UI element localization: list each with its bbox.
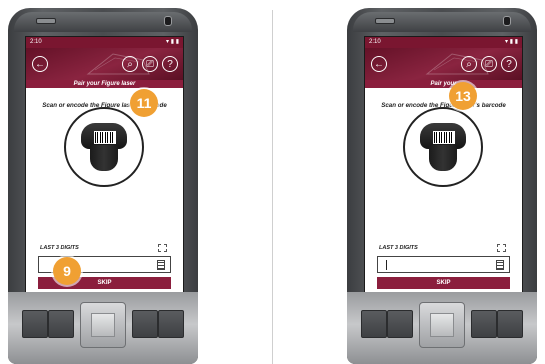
app-bar: ← ⌕ ⎚ ? — [365, 48, 522, 80]
camera-icon — [503, 16, 511, 26]
digits-label: LAST 3 DIGITS — [379, 245, 418, 251]
callout-badge: 13 — [449, 82, 477, 110]
status-bar: 2:10 ▾ ▮ ▮ — [365, 37, 522, 48]
speaker-icon — [36, 18, 56, 24]
speaker-icon — [375, 18, 395, 24]
barcode-scan-icon[interactable]: ⎚ — [481, 56, 497, 72]
laser-grip — [90, 145, 118, 171]
text-caret — [386, 260, 387, 270]
digits-label: LAST 3 DIGITS — [40, 245, 79, 251]
hardware-key[interactable] — [22, 310, 48, 338]
status-icons: ▾ ▮ ▮ — [505, 39, 518, 45]
divider — [272, 10, 273, 364]
laser-grip — [429, 145, 457, 171]
scan-frame-icon[interactable] — [158, 244, 167, 252]
camera-icon — [164, 16, 172, 26]
callout-badge: 11 — [130, 89, 158, 117]
home-key[interactable] — [419, 302, 465, 348]
hardware-key[interactable] — [132, 310, 158, 338]
page-title: Pair your Figure laser — [26, 80, 183, 88]
search-icon[interactable]: ⌕ — [122, 56, 138, 72]
hardware-key[interactable] — [158, 310, 184, 338]
keyboard-icon[interactable] — [157, 260, 165, 270]
back-arrow-icon[interactable]: ← — [371, 56, 387, 72]
callout-badge: 9 — [53, 257, 81, 285]
status-bar: 2:10 ▾ ▮ ▮ — [26, 37, 183, 48]
home-key-inner — [430, 313, 454, 337]
home-key[interactable] — [80, 302, 126, 348]
keyboard-icon[interactable] — [496, 260, 504, 270]
hardware-key[interactable] — [48, 310, 74, 338]
hardware-key[interactable] — [387, 310, 413, 338]
status-time: 2:10 — [369, 39, 381, 45]
laser-image — [64, 107, 144, 187]
help-icon[interactable]: ? — [501, 56, 517, 72]
status-icons: ▾ ▮ ▮ — [166, 39, 179, 45]
barcode-scan-icon[interactable]: ⎚ — [142, 56, 158, 72]
home-key-inner — [91, 313, 115, 337]
skip-button[interactable]: SKIP — [377, 277, 510, 289]
device-bottom — [8, 292, 198, 364]
back-arrow-icon[interactable]: ← — [32, 56, 48, 72]
scan-frame-icon[interactable] — [497, 244, 506, 252]
phone-screen: 2:10 ▾ ▮ ▮ ← ⌕ ⎚ ? Pair your Figure lase… — [25, 36, 184, 300]
app-bar: ← ⌕ ⎚ ? — [26, 48, 183, 80]
status-time: 2:10 — [30, 39, 42, 45]
page-title: Pair your — [365, 80, 522, 88]
search-icon[interactable]: ⌕ — [461, 56, 477, 72]
device-right: 2:10 ▾ ▮ ▮ ← ⌕ ⎚ ? Pair your Scan or enc… — [347, 8, 537, 364]
hardware-key[interactable] — [361, 310, 387, 338]
device-left: 2:10 ▾ ▮ ▮ ← ⌕ ⎚ ? Pair your Figure lase… — [8, 8, 198, 364]
hardware-key[interactable] — [471, 310, 497, 338]
laser-image — [403, 107, 483, 187]
digits-input[interactable] — [377, 256, 510, 273]
barcode-label — [433, 131, 455, 144]
device-bottom — [347, 292, 537, 364]
barcode-label — [94, 131, 116, 144]
help-icon[interactable]: ? — [162, 56, 178, 72]
phone-screen: 2:10 ▾ ▮ ▮ ← ⌕ ⎚ ? Pair your Scan or enc… — [364, 36, 523, 300]
hardware-key[interactable] — [497, 310, 523, 338]
